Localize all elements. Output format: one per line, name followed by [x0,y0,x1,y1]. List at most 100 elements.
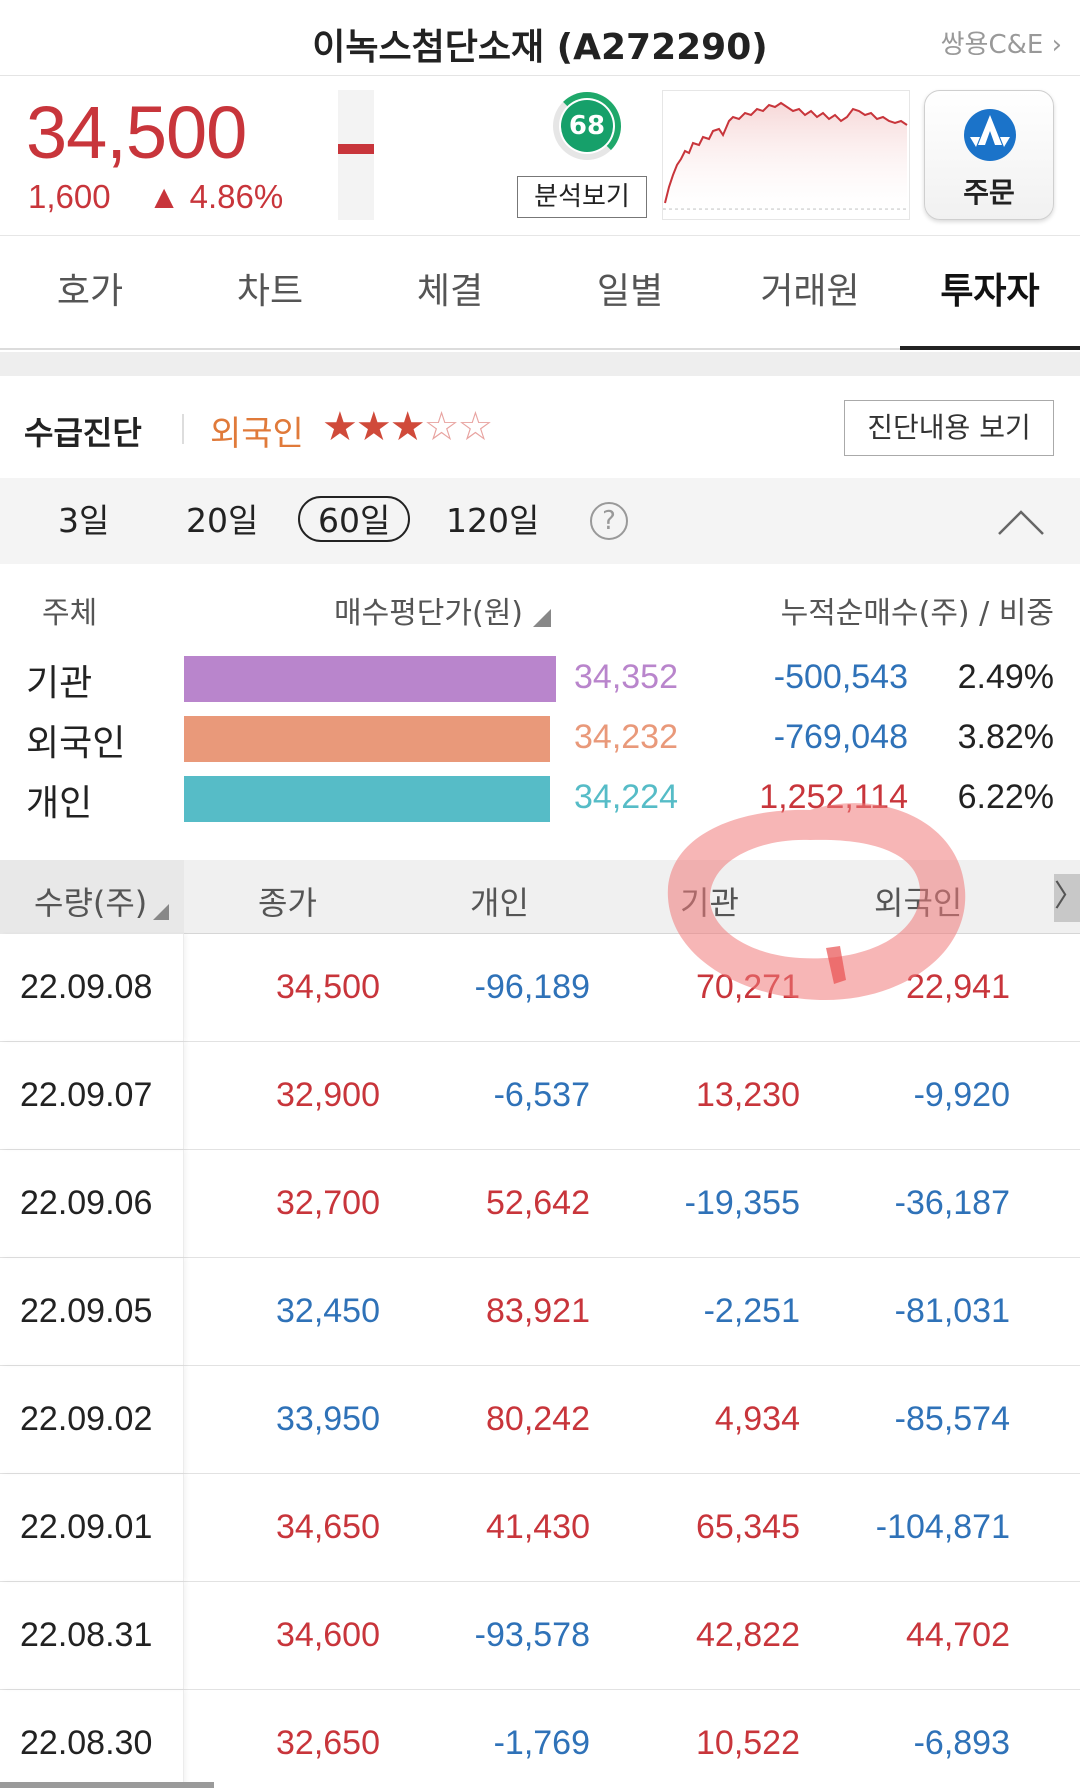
order-label: 주문 [963,176,1015,209]
table-row[interactable]: 22.08.31 34,600 -93,578 42,822 44,702 [0,1582,1080,1690]
table-row[interactable]: 22.09.02 33,950 80,242 4,934 -85,574 [0,1366,1080,1474]
horizontal-scrollbar[interactable] [0,1782,214,1788]
ratio-value: 6.22% [957,778,1054,816]
row-foreign: -6,893 [913,1724,1010,1762]
diagnosis-title: 수급진단 [24,414,142,452]
investor-name: 개인 [26,783,93,824]
scroll-right-icon[interactable]: 〉 [1054,874,1080,922]
row-close: 33,950 [276,1400,380,1438]
avg-row-foreign: 외국인 34,232 -769,048 3.82% [0,710,1080,766]
table-row[interactable]: 22.09.06 32,700 52,642 -19,355 -36,187 [0,1150,1080,1258]
row-individual: -93,578 [474,1616,590,1654]
avg-price-bar [184,716,550,762]
table-row[interactable]: 22.09.07 32,900 -6,537 13,230 -9,920 [0,1042,1080,1150]
table-row[interactable]: 22.09.05 32,450 83,921 -2,251 -81,031 [0,1258,1080,1366]
app-header: 이녹스첨단소재 (A272290) 쌍용C&E › [0,0,1080,76]
avg-price-value: 34,352 [574,658,678,696]
tab-chart[interactable]: 차트 [180,236,360,348]
price-range-bar [338,90,374,220]
tab-orderbook[interactable]: 호가 [0,236,180,348]
period-120d[interactable]: 120일 [446,498,539,544]
row-close: 34,500 [276,968,380,1006]
row-foreign: -81,031 [894,1292,1010,1330]
chevron-up-icon[interactable] [996,508,1046,538]
row-institution: 70,271 [696,968,800,1006]
period-20d[interactable]: 20일 [186,498,258,544]
section-divider [0,352,1080,376]
net-buy-value: -769,048 [773,718,908,756]
change-amount: 1,600 [28,178,111,215]
rating-stars: ★★★☆☆ [322,404,493,450]
ratio-value: 3.82% [957,718,1054,756]
analysis-score: 68 [561,100,613,152]
net-buy-value: 1,252,114 [759,778,908,816]
row-individual: -1,769 [493,1724,590,1762]
view-diagnosis-button[interactable]: 진단내용 보기 [844,400,1054,456]
related-stock-link[interactable]: 쌍용C&E › [941,24,1062,61]
row-foreign: 22,941 [906,968,1010,1006]
row-close: 32,700 [276,1184,380,1222]
help-icon[interactable]: ? [590,502,628,540]
table-row[interactable]: 22.09.08 34,500 -96,189 70,271 22,941 [0,934,1080,1042]
period-selector: 3일 20일 60일 120일 ? [0,478,1080,564]
current-price: 34,500 [26,91,247,174]
row-date: 22.09.01 [0,1474,184,1581]
related-stock-label: 쌍용C&E [940,30,1044,60]
avg-price-header[interactable]: 매수평단가(원) [334,588,552,632]
table-row[interactable]: 22.08.30 32,650 -1,769 10,522 -6,893 [0,1690,1080,1788]
individual-header: 개인 [470,884,529,922]
row-institution: -2,251 [703,1292,800,1330]
row-date: 22.08.30 [0,1690,184,1788]
institution-header: 기관 [680,884,739,922]
investor-table-header: 수량(주) 종가 개인 기관 외국인 〉 [0,860,1080,934]
investor-table: 22.09.08 34,500 -96,189 70,271 22,941 22… [0,934,1080,1788]
row-foreign: -104,871 [875,1508,1010,1546]
ratio-value: 2.49% [957,658,1054,696]
row-foreign: -85,574 [894,1400,1010,1438]
price-change: 1,600 ▲ 4.86% [28,178,283,216]
table-row[interactable]: 22.09.01 34,650 41,430 65,345 -104,871 [0,1474,1080,1582]
row-individual: 83,921 [486,1292,590,1330]
row-individual: 52,642 [486,1184,590,1222]
avg-row-institution: 기관 34,352 -500,543 2.49% [0,650,1080,706]
tab-trades[interactable]: 체결 [360,236,540,348]
broker-logo-icon [964,109,1016,161]
tab-bar: 호가 차트 체결 일별 거래원 투자자 [0,236,1080,350]
row-individual: 41,430 [486,1508,590,1546]
investor-name: 외국인 [26,723,126,764]
row-individual: -6,537 [493,1076,590,1114]
avg-buy-price-section: 주체 매수평단가(원) 누적순매수(주) / 비중 기관 34,352 -500… [0,564,1080,860]
quote-panel: 34,500 1,600 ▲ 4.86% 68 분석보기 주문 [0,76,1080,236]
order-button[interactable]: 주문 [924,90,1054,220]
row-date: 22.09.06 [0,1150,184,1257]
analysis-button[interactable]: 분석보기 [517,176,647,218]
sort-corner-icon [153,904,170,920]
row-date: 22.08.31 [0,1582,184,1689]
avg-price-header-label: 매수평단가(원) [334,596,524,631]
star-filled-icon: ★★★ [322,404,426,450]
divider [182,414,184,444]
tab-daily[interactable]: 일별 [540,236,720,348]
row-foreign: -9,920 [913,1076,1010,1114]
avg-price-bar [184,776,550,822]
tab-brokers[interactable]: 거래원 [720,236,900,348]
row-close: 34,600 [276,1616,380,1654]
subject-header: 주체 [42,596,98,631]
row-close: 32,650 [276,1724,380,1762]
foreign-header: 외국인 [874,884,963,922]
tab-investors[interactable]: 투자자 [900,236,1080,350]
row-individual: 80,242 [486,1400,590,1438]
row-institution: -19,355 [684,1184,800,1222]
period-3d[interactable]: 3일 [58,498,109,544]
supply-diagnosis: 수급진단 외국인 ★★★☆☆ 진단내용 보기 [0,376,1080,478]
intraday-sparkline[interactable] [662,90,910,220]
analysis-score-ring[interactable]: 68 [553,92,621,160]
diagnosis-investor: 외국인 [210,414,304,454]
row-institution: 65,345 [696,1508,800,1546]
period-60d[interactable]: 60일 [298,496,411,542]
volume-header[interactable]: 수량(주) [34,878,170,924]
sparkline-area [665,103,907,209]
net-buy-header: 누적순매수(주) / 비중 [780,596,1054,631]
chevron-right-icon: › [1051,30,1062,60]
close-header: 종가 [258,884,317,922]
